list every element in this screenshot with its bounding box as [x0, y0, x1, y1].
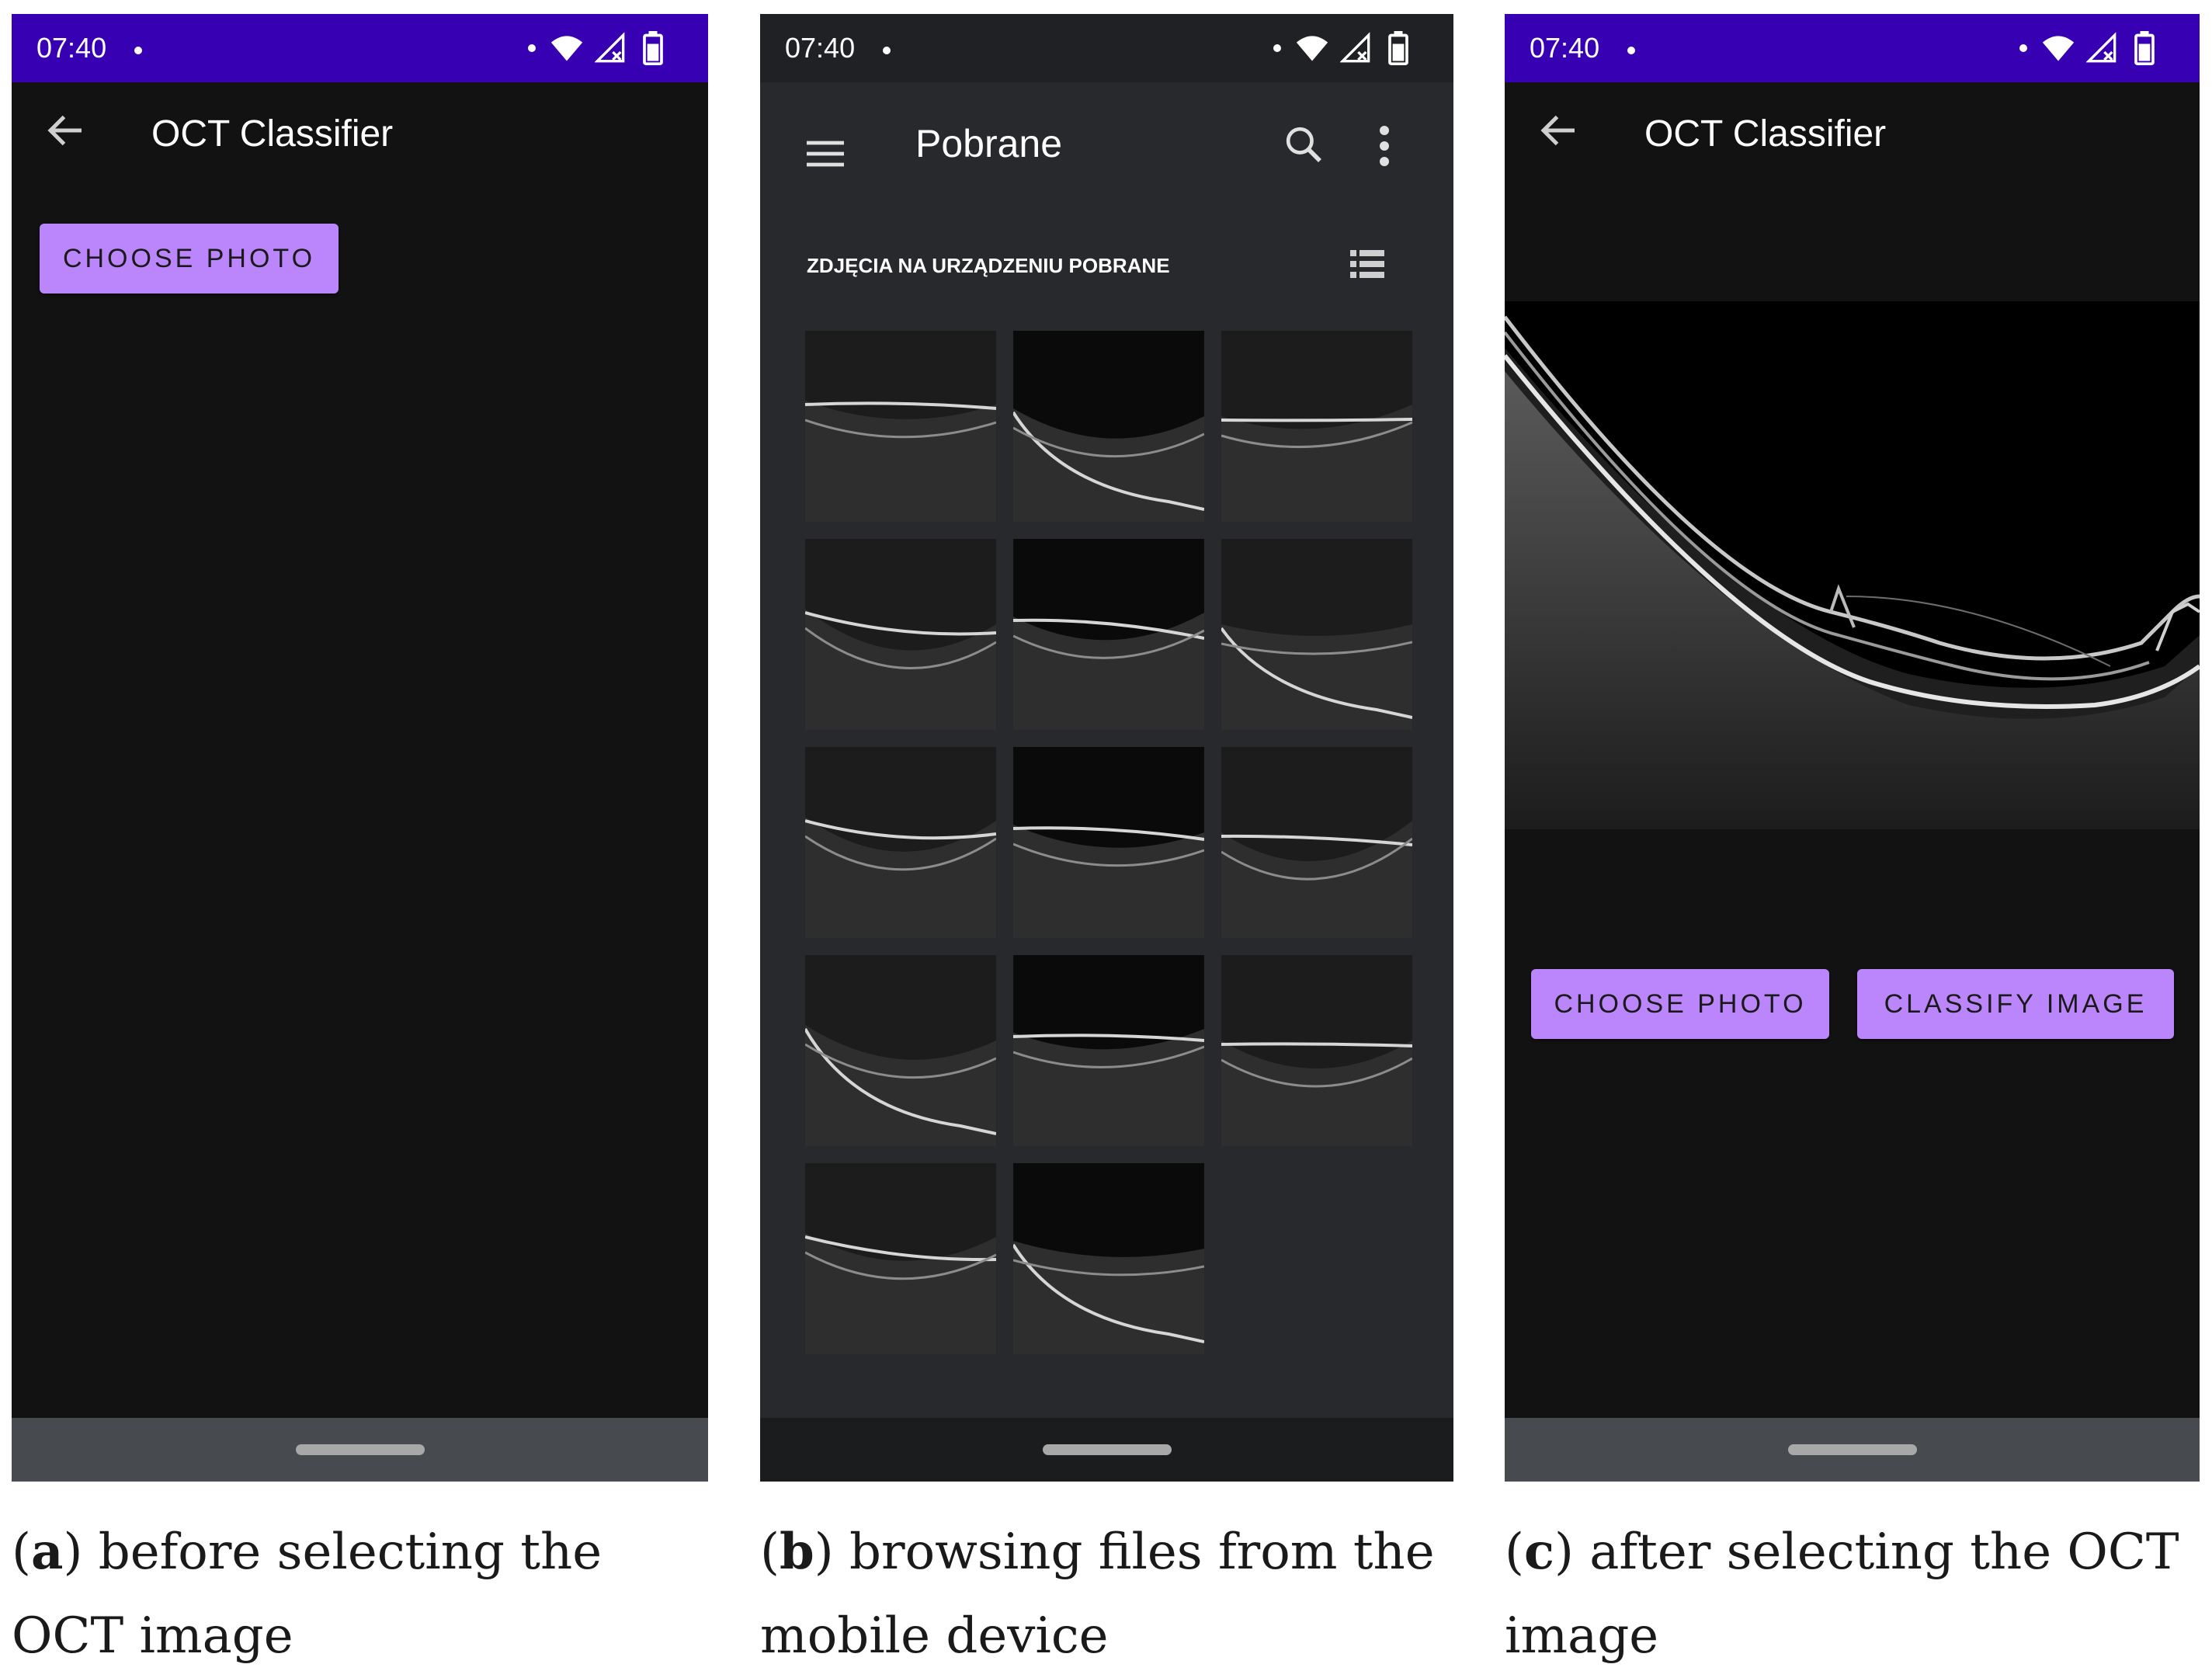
navigation-bar	[760, 1418, 1453, 1482]
notification-dot	[883, 47, 891, 54]
navigation-bar	[1505, 1418, 2200, 1482]
status-bar: 07:40	[1505, 14, 2200, 82]
image-thumbnail[interactable]	[1013, 1163, 1204, 1354]
image-thumbnail[interactable]	[805, 747, 996, 938]
choose-photo-button[interactable]: CHOOSE PHOTO	[40, 224, 339, 294]
back-arrow-icon[interactable]	[1536, 107, 1582, 154]
navigation-bar	[12, 1418, 708, 1482]
status-icons	[2018, 31, 2181, 65]
notification-dot	[1627, 47, 1635, 54]
folder-title: Pobrane	[915, 122, 1063, 165]
image-thumbnail[interactable]	[805, 1163, 996, 1354]
status-time: 07:40	[36, 32, 107, 64]
choose-photo-button[interactable]: CHOOSE PHOTO	[1531, 969, 1829, 1039]
classify-image-button[interactable]: CLASSIFY IMAGE	[1857, 969, 2174, 1039]
image-thumbnail[interactable]	[1013, 331, 1204, 522]
caption-letter: b	[779, 1523, 814, 1581]
image-thumbnail[interactable]	[1013, 539, 1204, 730]
status-time: 07:40	[785, 32, 856, 64]
image-thumbnail[interactable]	[805, 955, 996, 1146]
image-thumbnail[interactable]	[805, 539, 996, 730]
list-view-icon[interactable]	[1350, 248, 1384, 280]
app-title: OCT Classifier	[1644, 113, 1887, 155]
status-icons	[1272, 31, 1435, 65]
home-handle[interactable]	[1042, 1444, 1172, 1455]
status-bar: 07:40	[12, 14, 708, 82]
status-bar: 07:40	[760, 14, 1453, 82]
screen-before-selection: 07:40 OCT Classifier CHOOSE PHOTO	[12, 14, 708, 1482]
image-thumbnail[interactable]	[805, 331, 996, 522]
notification-dot	[134, 47, 142, 54]
back-arrow-icon[interactable]	[43, 107, 89, 154]
home-handle[interactable]	[1787, 1444, 1917, 1455]
image-thumbnail[interactable]	[1013, 747, 1204, 938]
image-thumbnail[interactable]	[1221, 539, 1412, 730]
hamburger-menu-icon[interactable]	[805, 138, 846, 169]
image-thumbnail[interactable]	[1013, 955, 1204, 1146]
screen-file-browser: 07:40 Pobrane ZDJĘCIA NA URZĄDZENIU POBR…	[760, 14, 1453, 1482]
caption-c: (c) after selecting the OCT image	[1505, 1523, 2179, 1665]
app-title: OCT Classifier	[151, 113, 394, 155]
more-options-icon[interactable]	[1373, 123, 1395, 169]
search-icon[interactable]	[1282, 123, 1325, 166]
caption-letter: c	[1523, 1523, 1554, 1581]
caption-letter: a	[30, 1523, 64, 1581]
caption-b: (b) browsing files from the mobile devic…	[760, 1523, 1435, 1665]
status-icons	[526, 31, 689, 65]
caption-text: browsing files from the mobile device	[760, 1523, 1435, 1665]
caption-text: after selecting the OCT image	[1505, 1523, 2179, 1665]
section-header: ZDJĘCIA NA URZĄDZENIU POBRANE	[807, 254, 1170, 277]
status-time: 07:40	[1530, 32, 1600, 64]
image-thumbnail[interactable]	[1221, 955, 1412, 1146]
image-thumbnail[interactable]	[1221, 747, 1412, 938]
caption-a: (a) before selecting the OCT image	[12, 1523, 602, 1665]
home-handle[interactable]	[295, 1444, 425, 1455]
caption-text: before selecting the OCT image	[12, 1523, 602, 1665]
selected-oct-image	[1505, 301, 2200, 829]
screen-after-selection: 07:40 OCT Classifier CHOOSE PHOTO CLASSI…	[1505, 14, 2200, 1482]
image-thumbnail[interactable]	[1221, 331, 1412, 522]
